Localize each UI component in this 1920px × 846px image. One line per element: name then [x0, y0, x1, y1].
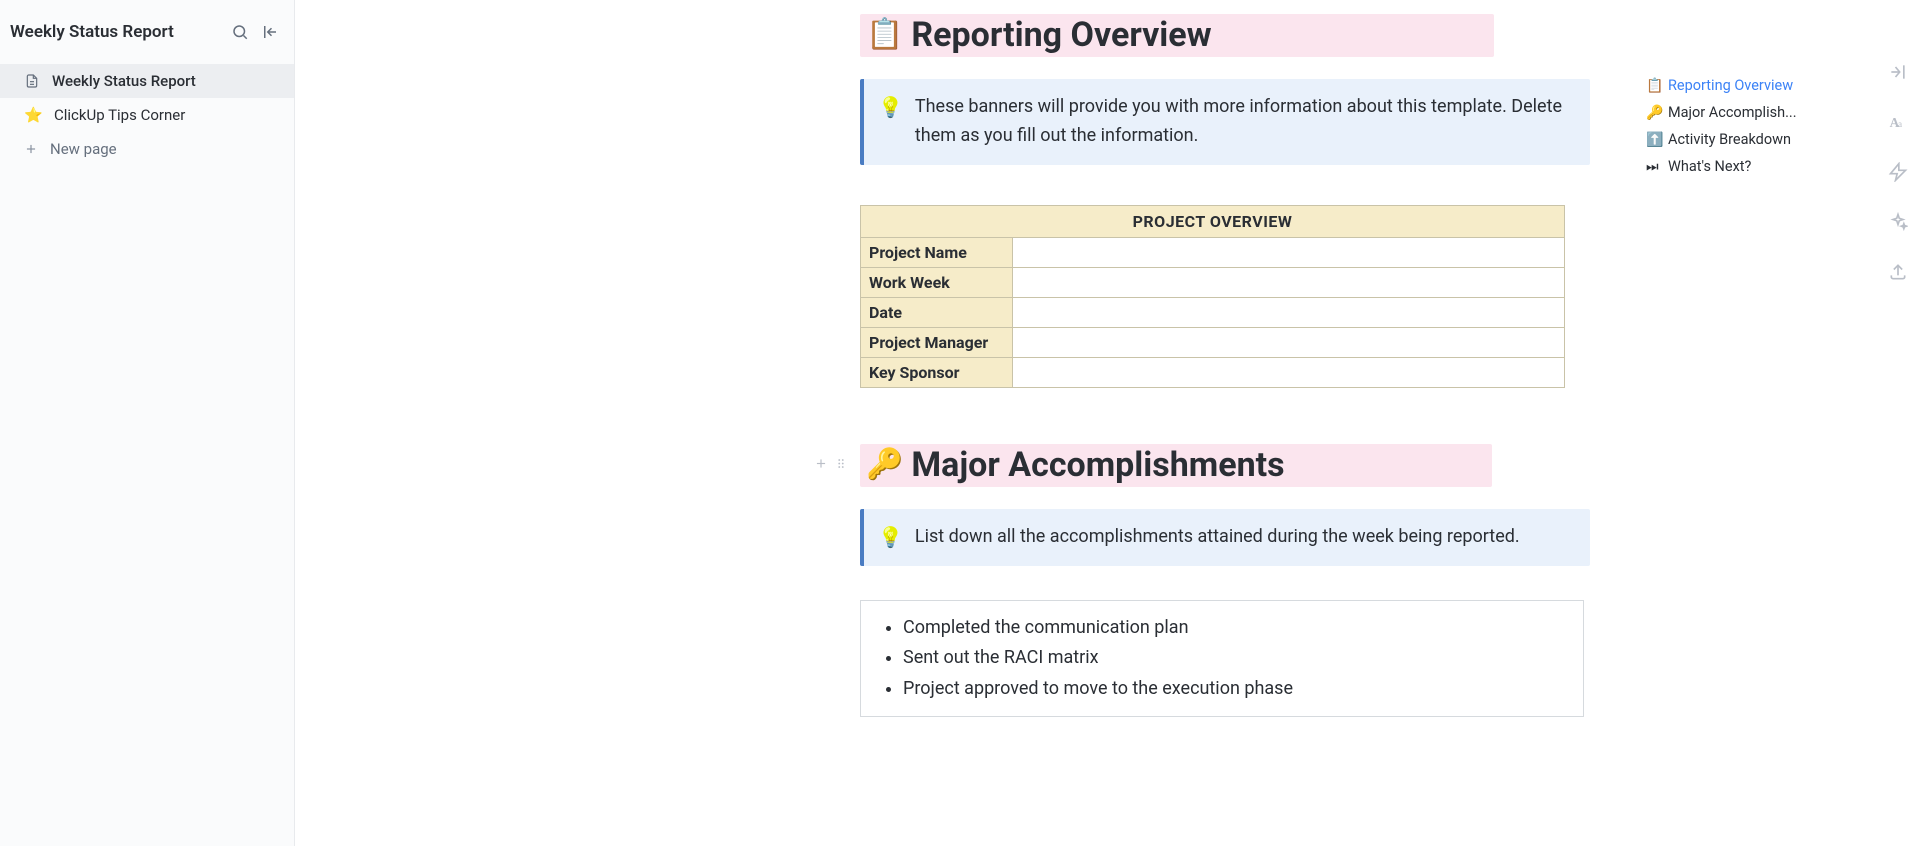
heading-block[interactable]: 🔑 Major Accomplishments — [860, 444, 1590, 487]
clipboard-icon: 📋 — [1646, 78, 1662, 94]
plus-icon — [24, 142, 38, 156]
row-label: Key Sponsor — [861, 357, 1013, 387]
sidebar-nav: Weekly Status Report ⭐ ClickUp Tips Corn… — [0, 64, 294, 166]
svg-text:a: a — [1898, 119, 1902, 129]
collapse-sidebar-icon[interactable] — [260, 22, 280, 42]
outline-item-reporting-overview[interactable]: 📋 Reporting Overview — [1646, 72, 1816, 99]
sparkle-icon[interactable] — [1888, 212, 1908, 236]
sidebar-item-label: ClickUp Tips Corner — [54, 106, 185, 124]
automation-icon[interactable] — [1888, 162, 1908, 186]
heading-text: Reporting Overview — [911, 16, 1211, 55]
info-banner[interactable]: 💡 These banners will provide you with mo… — [860, 79, 1590, 165]
heading-reporting-overview: 📋 Reporting Overview — [866, 16, 1494, 55]
app-root: Weekly Status Report Weekly Status Repor… — [0, 0, 1920, 846]
table-row[interactable]: Project Manager — [861, 327, 1565, 357]
outline-item-whats-next[interactable]: ⏭ What's Next? — [1646, 153, 1816, 180]
clipboard-icon: 📋 — [866, 18, 903, 53]
table-row[interactable]: Date — [861, 297, 1565, 327]
sidebar-header: Weekly Status Report — [0, 22, 294, 64]
document-column: 📋 Reporting Overview 💡 These banners wil… — [860, 14, 1590, 717]
table-row[interactable]: Key Sponsor — [861, 357, 1565, 387]
row-label: Work Week — [861, 267, 1013, 297]
outline-label: Reporting Overview — [1668, 77, 1793, 94]
sidebar-header-actions — [230, 22, 280, 42]
heading-major-accomplishments: 🔑 Major Accomplishments — [866, 446, 1492, 485]
banner-text: These banners will provide you with more… — [915, 93, 1570, 151]
key-icon: 🔑 — [866, 448, 903, 483]
banner-text: List down all the accomplishments attain… — [915, 523, 1520, 552]
document-main: 📋 Reporting Overview 💡 These banners wil… — [295, 0, 1920, 846]
row-label: Project Name — [861, 237, 1013, 267]
outline-item-activity-breakdown[interactable]: ⬆️ Activity Breakdown — [1646, 126, 1816, 153]
typography-icon[interactable]: Aa — [1888, 112, 1908, 136]
row-label: Project Manager — [861, 327, 1013, 357]
row-value[interactable] — [1013, 357, 1565, 387]
sidebar-title: Weekly Status Report — [10, 22, 174, 42]
heading-text: Major Accomplishments — [911, 446, 1284, 485]
outline-item-major-accomplishments[interactable]: 🔑 Major Accomplish... — [1646, 99, 1816, 126]
row-label: Date — [861, 297, 1013, 327]
sidebar-item-clickup-tips[interactable]: ⭐ ClickUp Tips Corner — [0, 98, 294, 132]
info-banner[interactable]: 💡 List down all the accomplishments atta… — [860, 509, 1590, 566]
heading-block[interactable]: 📋 Reporting Overview — [860, 14, 1590, 57]
list-item[interactable]: Project approved to move to the executio… — [903, 674, 1565, 705]
outline-label: Activity Breakdown — [1668, 131, 1791, 148]
project-overview-table[interactable]: PROJECT OVERVIEW Project Name Work Week … — [860, 205, 1565, 388]
new-page-label: New page — [50, 140, 117, 158]
outline-label: Major Accomplish... — [1668, 104, 1797, 121]
key-icon: 🔑 — [1646, 105, 1662, 121]
row-value[interactable] — [1013, 297, 1565, 327]
page-outline: 📋 Reporting Overview 🔑 Major Accomplish.… — [1646, 72, 1816, 180]
table-header: PROJECT OVERVIEW — [861, 205, 1565, 237]
row-value[interactable] — [1013, 267, 1565, 297]
lightbulb-icon: 💡 — [878, 525, 903, 552]
up-arrow-icon: ⬆️ — [1646, 132, 1662, 148]
star-icon: ⭐ — [24, 106, 42, 124]
row-value[interactable] — [1013, 327, 1565, 357]
page-icon — [24, 73, 40, 89]
next-track-icon: ⏭ — [1646, 159, 1662, 175]
list-item[interactable]: Completed the communication plan — [903, 613, 1565, 644]
sidebar: Weekly Status Report Weekly Status Repor… — [0, 0, 295, 846]
search-icon[interactable] — [230, 22, 250, 42]
accomplishments-list[interactable]: Completed the communication plan Sent ou… — [860, 600, 1584, 718]
sidebar-item-weekly-status-report[interactable]: Weekly Status Report — [0, 64, 294, 98]
table-row[interactable]: Work Week — [861, 267, 1565, 297]
share-icon[interactable] — [1888, 262, 1908, 286]
add-block-icon[interactable] — [814, 456, 828, 475]
lightbulb-icon: 💡 — [878, 95, 903, 151]
right-tool-rail: Aa — [1876, 60, 1920, 286]
outline-label: What's Next? — [1668, 158, 1751, 175]
expand-icon[interactable] — [1888, 62, 1908, 86]
section-major-accomplishments: 🔑 Major Accomplishments 💡 List down all … — [860, 444, 1590, 718]
row-value[interactable] — [1013, 237, 1565, 267]
table-row[interactable]: Project Name — [861, 237, 1565, 267]
drag-handle-icon[interactable] — [834, 456, 848, 475]
list-item[interactable]: Sent out the RACI matrix — [903, 643, 1565, 674]
block-handles[interactable] — [814, 456, 848, 475]
section-reporting-overview: 📋 Reporting Overview 💡 These banners wil… — [860, 14, 1590, 388]
new-page-button[interactable]: New page — [0, 132, 294, 166]
sidebar-item-label: Weekly Status Report — [52, 72, 196, 90]
